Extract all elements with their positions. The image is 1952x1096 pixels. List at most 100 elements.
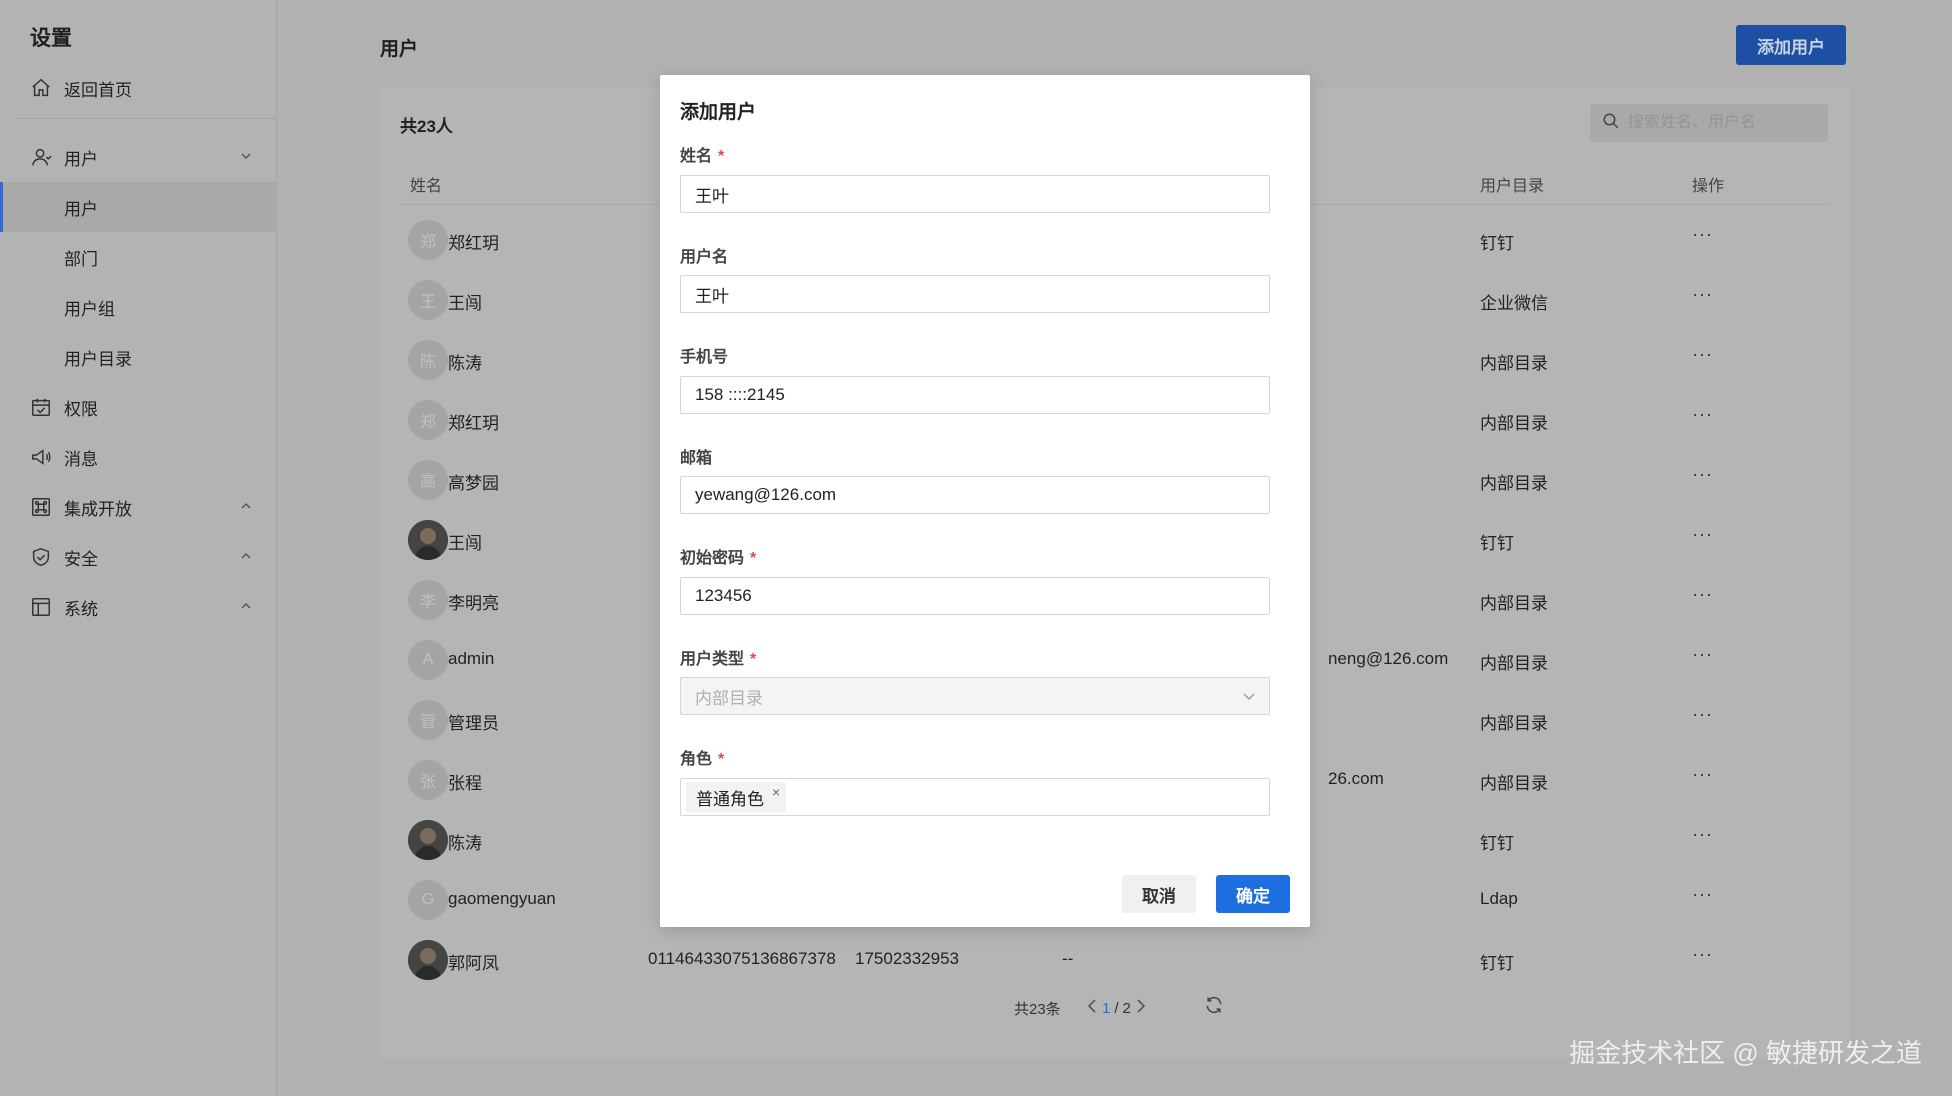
user-name: 陈涛 (448, 354, 482, 373)
user-name: 李明亮 (448, 594, 499, 613)
sidebar-item-label: 权限 (64, 399, 98, 419)
required-marker: * (750, 550, 757, 567)
add-user-button[interactable]: 添加用户 (1736, 25, 1846, 65)
more-actions-icon[interactable]: ··· (1692, 764, 1713, 785)
avatar (408, 820, 448, 860)
sidebar: 设置 返回首页 用户 用户 部门 用户组 用户目录 权限 消息 集成开放 安全 … (0, 0, 277, 1096)
phone-field[interactable] (680, 376, 1270, 414)
name-label: 姓名 * (680, 142, 724, 166)
chevron-right-icon[interactable] (1135, 998, 1147, 1018)
more-actions-icon[interactable]: ··· (1692, 704, 1713, 725)
current-page: 1 (1102, 999, 1111, 1017)
password-field[interactable] (680, 577, 1270, 615)
more-actions-icon[interactable]: ··· (1692, 284, 1713, 305)
avatar: 管 (408, 700, 448, 740)
search-icon (1602, 112, 1620, 135)
column-header-actions: 操作 (1692, 178, 1725, 195)
pager-total: 共23条 (1014, 1001, 1061, 1018)
more-actions-icon[interactable]: ··· (1692, 344, 1713, 365)
chevron-down-icon (1241, 688, 1257, 709)
sidebar-subitem-users[interactable]: 用户 (0, 182, 276, 232)
user-directory: Ldap (1480, 889, 1518, 908)
more-actions-icon[interactable]: ··· (1692, 644, 1713, 665)
sidebar-item-system[interactable]: 系统 (0, 582, 276, 632)
column-header-name: 姓名 (410, 178, 443, 195)
username-input[interactable] (695, 284, 1255, 304)
sidebar-item-integration[interactable]: 集成开放 (0, 482, 276, 532)
sidebar-subitem-departments[interactable]: 部门 (0, 232, 276, 282)
user-count: 共23人 (400, 117, 453, 136)
user-name: gaomengyuan (448, 889, 556, 908)
more-actions-icon[interactable]: ··· (1692, 884, 1713, 905)
sidebar-subitem-label: 用户组 (64, 299, 115, 319)
user-directory: 内部目录 (1480, 654, 1548, 673)
more-actions-icon[interactable]: ··· (1692, 824, 1713, 845)
sidebar-item-label: 用户 (64, 149, 98, 169)
email-field[interactable] (680, 476, 1270, 514)
avatar: 陈 (408, 340, 448, 380)
more-actions-icon[interactable]: ··· (1692, 464, 1713, 485)
more-actions-icon[interactable]: ··· (1692, 524, 1713, 545)
password-input[interactable] (695, 586, 1255, 606)
name-field[interactable] (680, 175, 1270, 213)
email-input[interactable] (695, 485, 1255, 505)
role-label: 角色 * (680, 745, 724, 769)
role-select[interactable]: 普通角色 × (680, 778, 1270, 816)
sidebar-item-label: 消息 (64, 449, 98, 469)
avatar (408, 520, 448, 560)
cancel-button[interactable]: 取消 (1122, 875, 1196, 913)
sidebar-item-security[interactable]: 安全 (0, 532, 276, 582)
page-separator: / (1114, 999, 1119, 1017)
phone-input[interactable] (695, 385, 1255, 405)
user-name: 张程 (448, 774, 482, 793)
user-name: 王闯 (448, 294, 482, 313)
search-input[interactable] (1626, 113, 1820, 133)
name-input[interactable] (695, 184, 1255, 204)
required-marker: * (750, 651, 757, 668)
chevron-left-icon[interactable] (1086, 998, 1098, 1018)
watermark: 掘金技术社区 @ 敏捷研发之道 (1569, 1038, 1922, 1068)
avatar: 郑 (408, 220, 448, 260)
sidebar-item-permissions[interactable]: 权限 (0, 382, 276, 432)
sidebar-item-label: 安全 (64, 549, 98, 569)
more-actions-icon[interactable]: ··· (1692, 404, 1713, 425)
user-name: 陈涛 (448, 834, 482, 853)
shield-icon (28, 544, 54, 570)
required-marker: * (718, 148, 725, 165)
table-row: 郭阿凤 01146433075136867378 17502332953 -- 钉钉 ··… (380, 930, 1850, 990)
confirm-button[interactable]: 确定 (1216, 875, 1290, 913)
command-icon (28, 494, 54, 520)
user-directory: 钉钉 (1480, 234, 1514, 253)
sidebar-subitem-user-directory[interactable]: 用户目录 (0, 332, 276, 382)
sidebar-item-home[interactable]: 返回首页 (0, 63, 276, 113)
user-name: 郑红玥 (448, 234, 499, 253)
username-field[interactable] (680, 275, 1270, 313)
page-title: 用户 (380, 39, 419, 60)
sidebar-subitem-user-groups[interactable]: 用户组 (0, 282, 276, 332)
more-actions-icon[interactable]: ··· (1692, 944, 1713, 965)
user-name: 高梦园 (448, 474, 499, 493)
password-label-text: 初始密码 (680, 550, 745, 567)
add-user-dialog: 添加用户 姓名 * 用户名 手机号 邮箱 初始密码 * 用户类型 * 内部目录 角色 *… (660, 75, 1310, 927)
sidebar-item-users[interactable]: 用户 (0, 132, 276, 182)
sidebar-item-messages[interactable]: 消息 (0, 432, 276, 482)
more-actions-icon[interactable]: ··· (1692, 224, 1713, 245)
role-label-text: 角色 (680, 751, 713, 768)
avatar: 张 (408, 760, 448, 800)
more-actions-icon[interactable]: ··· (1692, 584, 1713, 605)
user-type-select[interactable]: 内部目录 (680, 677, 1270, 715)
home-icon (28, 75, 54, 101)
refresh-icon[interactable] (1204, 995, 1224, 1019)
user-id: 01146433075136867378 (648, 949, 836, 968)
user-directory: 钉钉 (1480, 534, 1514, 553)
user-type-value: 内部目录 (695, 688, 763, 708)
user-email: neng@126.com (1328, 649, 1449, 668)
user-directory: 内部目录 (1480, 594, 1548, 613)
role-tag: 普通角色 × (686, 782, 787, 812)
user-directory: 内部目录 (1480, 414, 1548, 433)
user-directory: 内部目录 (1480, 774, 1548, 793)
user-type-label: 用户类型 * (680, 645, 756, 669)
close-icon[interactable]: × (772, 784, 780, 800)
search-box[interactable] (1590, 104, 1828, 142)
email-label: 邮箱 (680, 450, 713, 467)
